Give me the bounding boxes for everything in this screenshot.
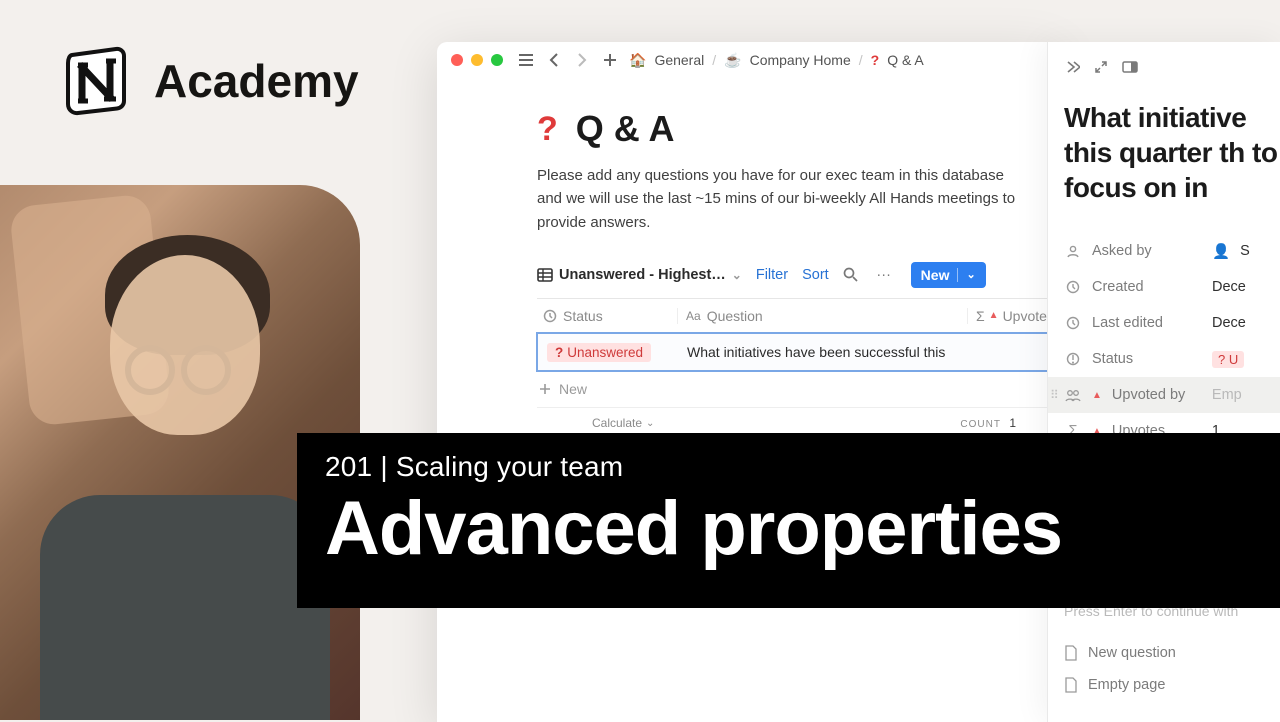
academy-label: Academy: [154, 54, 359, 108]
new-button[interactable]: New ⌄: [911, 262, 986, 288]
plus-icon: [539, 383, 551, 395]
question-mark-icon: ?: [555, 345, 563, 360]
column-header-question[interactable]: Aa Question: [677, 308, 967, 324]
new-tab-icon[interactable]: [601, 53, 619, 67]
sidebar-menu-icon[interactable]: [517, 53, 535, 67]
drag-handle-icon[interactable]: ⠿: [1050, 388, 1057, 402]
avatar-icon: 👤: [1212, 243, 1230, 260]
crumb-qa[interactable]: Q & A: [887, 52, 924, 68]
select-property-icon: [543, 309, 557, 323]
breadcrumb[interactable]: 🏠 General / ☕ Company Home / ? Q & A: [629, 52, 924, 69]
maximize-window-icon[interactable]: [491, 54, 503, 66]
coffee-icon: ☕: [724, 52, 741, 69]
notion-logo-icon: [60, 45, 132, 117]
status-tag: ? U: [1212, 351, 1244, 368]
filter-button[interactable]: Filter: [756, 267, 788, 283]
property-status[interactable]: Status ? U: [1064, 341, 1280, 377]
table-header-row: Status Aa Question Σ ▲ Upvotes: [537, 299, 1057, 333]
home-icon: 🏠: [629, 52, 646, 69]
close-window-icon[interactable]: [451, 54, 463, 66]
expand-icon[interactable]: [1094, 60, 1108, 74]
more-icon[interactable]: ···: [875, 267, 893, 283]
row-question-text[interactable]: What initiatives have been successful th…: [677, 344, 1057, 360]
chevron-down-icon: ⌄: [646, 418, 654, 429]
triangle-up-icon: ▲: [1092, 390, 1102, 401]
calculate-button[interactable]: Calculate ⌄: [537, 416, 677, 430]
select-property-icon: [1064, 352, 1082, 366]
formula-property-icon: Σ: [976, 308, 985, 324]
peek-mode-icon[interactable]: [1122, 61, 1138, 73]
detail-title[interactable]: What initiative this quarter th to focus…: [1064, 100, 1280, 205]
page-title: ? Q & A: [537, 108, 1057, 150]
page-icon: [1064, 677, 1078, 693]
traffic-lights: [451, 54, 503, 66]
course-banner: 201|Scaling your team Advanced propertie…: [297, 433, 1280, 608]
crumb-company-home[interactable]: Company Home: [750, 52, 851, 68]
title-property-icon: Aa: [686, 309, 701, 323]
page-detail-panel: What initiative this quarter th to focus…: [1047, 42, 1280, 722]
template-list: New question Empty page: [1064, 637, 1280, 701]
template-empty-page[interactable]: Empty page: [1064, 669, 1280, 701]
notion-window: 🏠 General / ☕ Company Home / ? Q & A ? Q…: [437, 42, 1057, 722]
sort-button[interactable]: Sort: [802, 267, 829, 283]
status-tag: ? Unanswered: [547, 343, 651, 362]
person-property-icon: [1064, 244, 1082, 258]
clock-icon: [1064, 280, 1082, 294]
triangle-up-icon: ▲: [989, 310, 999, 321]
view-name: Unanswered - Highest…: [559, 267, 726, 283]
nav-back-icon[interactable]: [545, 53, 563, 67]
clock-icon: [1064, 316, 1082, 330]
table-row[interactable]: ? Unanswered What initiatives have been …: [537, 333, 1057, 371]
question-mark-icon: ?: [871, 52, 880, 68]
course-title: Advanced properties: [325, 485, 1251, 572]
property-last-edited[interactable]: Last edited Dece: [1064, 305, 1280, 341]
chevron-down-icon: ⌄: [966, 268, 975, 281]
add-row-button[interactable]: New: [537, 371, 1057, 407]
search-icon[interactable]: [843, 267, 861, 282]
crumb-general[interactable]: General: [654, 52, 704, 68]
close-panel-icon[interactable]: [1064, 60, 1080, 74]
nav-forward-icon[interactable]: [573, 53, 591, 67]
column-header-status[interactable]: Status: [537, 308, 677, 324]
chevron-down-icon: ⌄: [732, 268, 742, 282]
property-upvoted-by[interactable]: ⠿ ▲ Upvoted by Emp: [1048, 377, 1280, 413]
minimize-window-icon[interactable]: [471, 54, 483, 66]
brand-block: Academy: [60, 45, 359, 117]
window-titlebar: 🏠 General / ☕ Company Home / ? Q & A: [437, 42, 1057, 78]
page-description[interactable]: Please add any questions you have for ou…: [537, 164, 1017, 234]
view-selector[interactable]: Unanswered - Highest… ⌄: [537, 267, 742, 283]
column-header-upvotes[interactable]: Σ ▲ Upvotes: [967, 308, 1057, 324]
table-view-icon: [537, 268, 553, 282]
property-created[interactable]: Created Dece: [1064, 269, 1280, 305]
count-display[interactable]: COUNT 1: [960, 416, 1057, 430]
database-table: Status Aa Question Σ ▲ Upvotes ? Unanswe…: [537, 298, 1057, 439]
new-button-label: New: [921, 267, 950, 283]
property-asked-by[interactable]: Asked by 👤 S: [1064, 233, 1280, 269]
database-toolbar: Unanswered - Highest… ⌄ Filter Sort ··· …: [537, 262, 1057, 288]
page-icon: [1064, 645, 1078, 661]
template-new-question[interactable]: New question: [1064, 637, 1280, 669]
course-kicker: 201|Scaling your team: [325, 451, 1251, 483]
page-title-text[interactable]: Q & A: [576, 108, 675, 150]
page-icon[interactable]: ?: [537, 110, 558, 149]
people-property-icon: [1064, 388, 1082, 402]
